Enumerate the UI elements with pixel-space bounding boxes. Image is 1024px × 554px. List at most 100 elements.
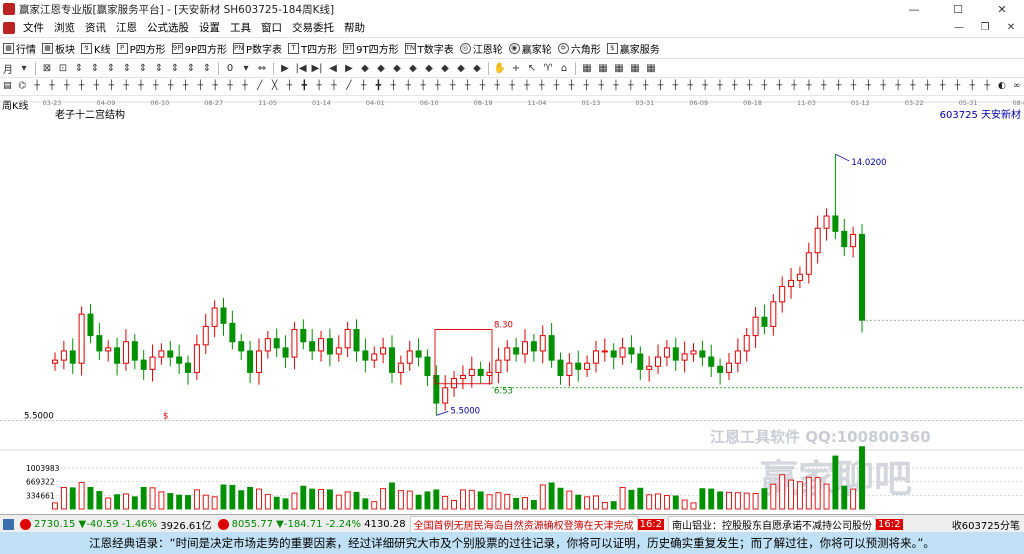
chart-tool-8-icon[interactable]: ⇕ <box>136 61 150 75</box>
toolbar-item-1[interactable]: ▦ 板块 <box>39 41 78 56</box>
draw-tool-52-icon[interactable]: ┼ <box>773 80 785 92</box>
toolbar-item-5[interactable]: PN P数字表 <box>230 41 285 56</box>
draw-tool-13-icon[interactable]: ┼ <box>194 80 206 92</box>
news-ticker-2[interactable]: 南山铝业：控股股东自愿承诺不减持公司股份 <box>668 515 877 533</box>
draw-tool-26-icon[interactable]: ┼ <box>387 80 399 92</box>
draw-tool-49-icon[interactable]: ┼ <box>729 80 741 92</box>
chart-tool-38-icon[interactable]: ▦ <box>644 61 658 75</box>
draw-tool-24-icon[interactable]: ┼ <box>358 80 370 92</box>
menu-browse[interactable]: 浏览 <box>49 20 80 35</box>
draw-tool-34-icon[interactable]: ┼ <box>506 80 518 92</box>
draw-tool-40-icon[interactable]: ┼ <box>595 80 607 92</box>
chart-tool-29-icon[interactable]: ✋ <box>493 61 507 75</box>
draw-tool-7-icon[interactable]: ┼ <box>105 80 117 92</box>
draw-tool-66-icon[interactable]: ┼ <box>981 80 993 92</box>
draw-tool-41-icon[interactable]: ┼ <box>610 80 622 92</box>
close-button[interactable]: ✕ <box>980 0 1024 18</box>
child-close-button[interactable]: ✕ <box>998 18 1024 37</box>
draw-tool-44-icon[interactable]: ┼ <box>655 80 667 92</box>
draw-tool-17-icon[interactable]: ╱ <box>254 80 266 92</box>
draw-tool-8-icon[interactable]: ┼ <box>120 80 132 92</box>
draw-tool-33-icon[interactable]: ┼ <box>491 80 503 92</box>
chart-tool-36-icon[interactable]: ▦ <box>612 61 626 75</box>
chart-tool-30-icon[interactable]: + <box>509 61 523 75</box>
menu-tools[interactable]: 工具 <box>225 20 256 35</box>
toolbar-item-10[interactable]: ◉ 赢家轮 <box>506 41 555 56</box>
draw-tool-51-icon[interactable]: ┼ <box>759 80 771 92</box>
chart-tool-33-icon[interactable]: ⌂ <box>557 61 571 75</box>
kline-chart[interactable]: 周K线 老子十二宫结构 603725 天安新材 江恩工具软件 QQ:100800… <box>0 96 1024 514</box>
chart-tool-15-icon[interactable]: ⇔ <box>255 61 269 75</box>
chart-tool-35-icon[interactable]: ▦ <box>596 61 610 75</box>
chart-tool-18-icon[interactable]: ▶| <box>310 61 324 75</box>
menu-gann[interactable]: 江恩 <box>111 20 142 35</box>
chart-tool-37-icon[interactable]: ▦ <box>628 61 642 75</box>
chart-tool-23-icon[interactable]: ◆ <box>390 61 404 75</box>
chart-tool-14-icon[interactable]: ▾ <box>239 61 253 75</box>
chart-tool-11-icon[interactable]: ⇕ <box>184 61 198 75</box>
chart-tool-27-icon[interactable]: ◆ <box>454 61 468 75</box>
chart-tool-32-icon[interactable]: ♈ <box>541 61 555 75</box>
draw-tool-25-icon[interactable]: ╋ <box>373 80 385 92</box>
chart-tool-16-icon[interactable]: ▶ <box>278 61 292 75</box>
child-restore-button[interactable]: ❐ <box>972 18 998 37</box>
toolbar-item-3[interactable]: P P四方形 <box>114 41 169 56</box>
draw-tool-23-icon[interactable]: ╱ <box>343 80 355 92</box>
draw-tool-60-icon[interactable]: ┼ <box>892 80 904 92</box>
child-minimize-button[interactable]: — <box>946 18 972 37</box>
chart-tool-12-icon[interactable]: ⇕ <box>200 61 214 75</box>
news-ticker-1[interactable]: 全国首例无居民海岛自然资源确权登簿在天津完成 <box>409 515 638 533</box>
draw-tool-16-icon[interactable]: ┼ <box>239 80 251 92</box>
draw-tool-10-icon[interactable]: ┼ <box>150 80 162 92</box>
maximize-button[interactable]: ☐ <box>936 0 980 18</box>
draw-tool-50-icon[interactable]: ┼ <box>744 80 756 92</box>
draw-tool-30-icon[interactable]: ┼ <box>447 80 459 92</box>
chart-tool-24-icon[interactable]: ◆ <box>406 61 420 75</box>
menu-window[interactable]: 窗口 <box>256 20 287 35</box>
chart-tool-6-icon[interactable]: ⇕ <box>104 61 118 75</box>
draw-tool-18-icon[interactable]: ╳ <box>269 80 281 92</box>
draw-tool-68-icon[interactable]: ∞ <box>1011 80 1023 92</box>
draw-tool-5-icon[interactable]: ┼ <box>76 80 88 92</box>
draw-tool-12-icon[interactable]: ┼ <box>180 80 192 92</box>
grid-icon[interactable] <box>3 518 14 530</box>
toolbar-item-11[interactable]: ✡ 六角形 <box>555 41 604 56</box>
chart-tool-31-icon[interactable]: ↖ <box>525 61 539 75</box>
chart-tool-20-icon[interactable]: ▶ <box>342 61 356 75</box>
draw-tool-14-icon[interactable]: ┼ <box>209 80 221 92</box>
menu-help[interactable]: 帮助 <box>339 20 370 35</box>
draw-tool-22-icon[interactable]: ┼ <box>328 80 340 92</box>
chart-tool-21-icon[interactable]: ◆ <box>358 61 372 75</box>
draw-tool-55-icon[interactable]: ┼ <box>818 80 830 92</box>
draw-tool-38-icon[interactable]: ┼ <box>566 80 578 92</box>
chart-tool-4-icon[interactable]: ⇕ <box>72 61 86 75</box>
toolbar-item-9[interactable]: ◎ 江恩轮 <box>457 41 506 56</box>
draw-tool-20-icon[interactable]: ╋ <box>298 80 310 92</box>
draw-tool-21-icon[interactable]: ┼ <box>313 80 325 92</box>
draw-tool-63-icon[interactable]: ┼ <box>937 80 949 92</box>
menu-news[interactable]: 资讯 <box>80 20 111 35</box>
chart-area[interactable]: 周K线 老子十二宫结构 603725 天安新材 江恩工具软件 QQ:100800… <box>0 96 1024 514</box>
draw-tool-27-icon[interactable]: ┼ <box>402 80 414 92</box>
draw-tool-29-icon[interactable]: ┼ <box>432 80 444 92</box>
draw-tool-9-icon[interactable]: ┼ <box>135 80 147 92</box>
draw-tool-61-icon[interactable]: ┼ <box>907 80 919 92</box>
toolbar-item-4[interactable]: 9P 9P四方形 <box>169 41 230 56</box>
draw-tool-46-icon[interactable]: ┼ <box>684 80 696 92</box>
chart-tool-17-icon[interactable]: |◀ <box>294 61 308 75</box>
menu-settings[interactable]: 设置 <box>194 20 225 35</box>
draw-tool-45-icon[interactable]: ┼ <box>669 80 681 92</box>
chart-tool-28-icon[interactable]: ◆ <box>470 61 484 75</box>
chart-tool-0-icon[interactable]: 月 <box>1 61 15 76</box>
draw-tool-4-icon[interactable]: ┼ <box>61 80 73 92</box>
draw-tool-32-icon[interactable]: ┼ <box>477 80 489 92</box>
chart-tool-19-icon[interactable]: ◀ <box>326 61 340 75</box>
chart-tool-5-icon[interactable]: ⇕ <box>88 61 102 75</box>
chart-tool-22-icon[interactable]: ◆ <box>374 61 388 75</box>
menu-formula-select[interactable]: 公式选股 <box>142 20 194 35</box>
draw-tool-67-icon[interactable]: ◐ <box>996 80 1008 92</box>
draw-tool-54-icon[interactable]: ┼ <box>803 80 815 92</box>
chart-tool-25-icon[interactable]: ◆ <box>422 61 436 75</box>
chart-tool-7-icon[interactable]: ⇕ <box>120 61 134 75</box>
draw-tool-59-icon[interactable]: ┼ <box>877 80 889 92</box>
